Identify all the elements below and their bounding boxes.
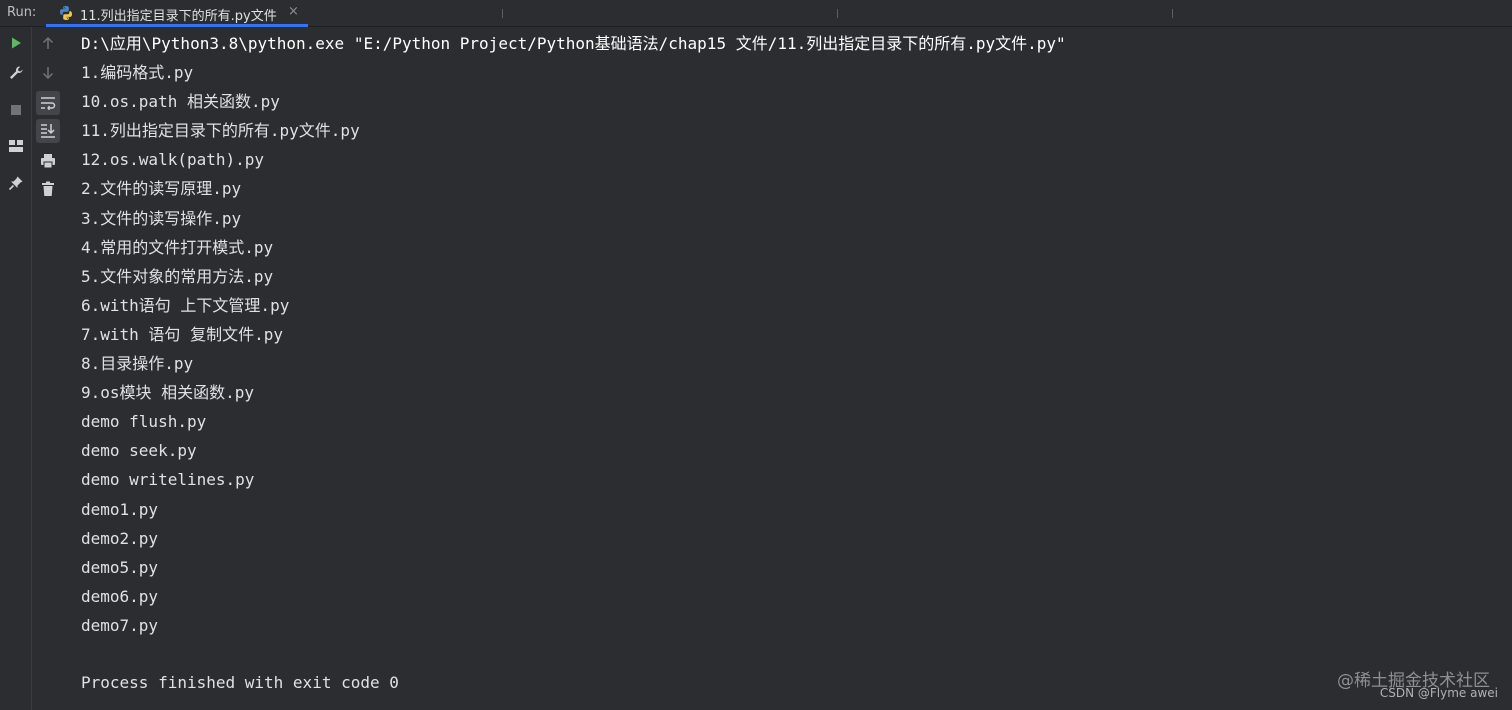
console-output-line: 10.os.path 相关函数.py — [81, 92, 280, 111]
tab-divider — [1172, 9, 1173, 18]
edit-configuration-button[interactable] — [4, 61, 28, 85]
tab-divider — [837, 9, 838, 18]
console-output[interactable]: D:\应用\Python3.8\python.exe "E:/Python Pr… — [65, 27, 1512, 710]
console-output-line: 1.编码格式.py — [81, 63, 194, 82]
arrow-up-icon — [41, 36, 55, 50]
rerun-icon — [9, 36, 23, 50]
python-file-icon — [58, 5, 74, 21]
next-occurrence-button[interactable] — [36, 61, 60, 85]
layout-icon — [8, 139, 24, 153]
stop-icon — [10, 104, 22, 116]
run-tool-window: Run: 11.列出指定目录下的所有.py文件 × D:\应用\Python3.… — [0, 0, 1512, 710]
run-tab-bar: Run: 11.列出指定目录下的所有.py文件 × — [0, 0, 1512, 27]
console-output-line: 6.with语句 上下文管理.py — [81, 296, 290, 315]
console-output-line: 7.with 语句 复制文件.py — [81, 325, 283, 344]
console-output-line: 4.常用的文件打开模式.py — [81, 238, 274, 257]
pin-tab-button[interactable] — [4, 171, 28, 195]
trash-icon — [41, 181, 55, 197]
console-output-line: 11.列出指定目录下的所有.py文件.py — [81, 121, 360, 140]
watermark-csdn: CSDN @Flyme awei — [1379, 686, 1498, 700]
pin-icon — [8, 175, 24, 191]
arrow-down-icon — [41, 66, 55, 80]
soft-wrap-icon — [40, 96, 56, 110]
console-output-line: demo7.py — [81, 616, 159, 635]
run-controls-toolbar — [0, 27, 32, 710]
process-exit-message: Process finished with exit code 0 — [81, 673, 399, 692]
console-output-line: demo flush.py — [81, 412, 207, 431]
previous-occurrence-button[interactable] — [36, 31, 60, 55]
console-output-line: 5.文件对象的常用方法.py — [81, 267, 274, 286]
console-output-line: 2.文件的读写原理.py — [81, 179, 242, 198]
console-output-line: 3.文件的读写操作.py — [81, 209, 242, 228]
console-command-line: D:\应用\Python3.8\python.exe "E:/Python Pr… — [81, 34, 1066, 53]
console-output-line: 9.os模块 相关函数.py — [81, 383, 255, 402]
console-output-line: demo6.py — [81, 587, 159, 606]
console-output-line: demo seek.py — [81, 441, 197, 460]
stop-button[interactable] — [4, 98, 28, 122]
console-output-line: demo5.py — [81, 558, 159, 577]
run-tab-title: 11.列出指定目录下的所有.py文件 — [80, 9, 277, 24]
rerun-button[interactable] — [4, 31, 28, 55]
tab-divider — [502, 9, 503, 18]
console-output-line: 8.目录操作.py — [81, 354, 194, 373]
print-button[interactable] — [36, 149, 60, 173]
run-config-tab[interactable]: 11.列出指定目录下的所有.py文件 × — [46, 0, 308, 27]
print-icon — [40, 153, 56, 169]
wrench-icon — [8, 65, 24, 81]
console-output-line: 12.os.walk(path).py — [81, 150, 265, 169]
run-label: Run: — [7, 5, 37, 20]
soft-wrap-button[interactable] — [36, 91, 60, 115]
clear-all-button[interactable] — [36, 177, 60, 201]
scroll-to-end-icon — [40, 123, 56, 139]
console-output-line: demo2.py — [81, 529, 159, 548]
console-output-line: demo writelines.py — [81, 470, 255, 489]
close-icon[interactable]: × — [288, 4, 299, 19]
console-output-line: demo1.py — [81, 500, 159, 519]
restore-layout-button[interactable] — [4, 134, 28, 158]
scroll-to-end-button[interactable] — [36, 119, 60, 143]
